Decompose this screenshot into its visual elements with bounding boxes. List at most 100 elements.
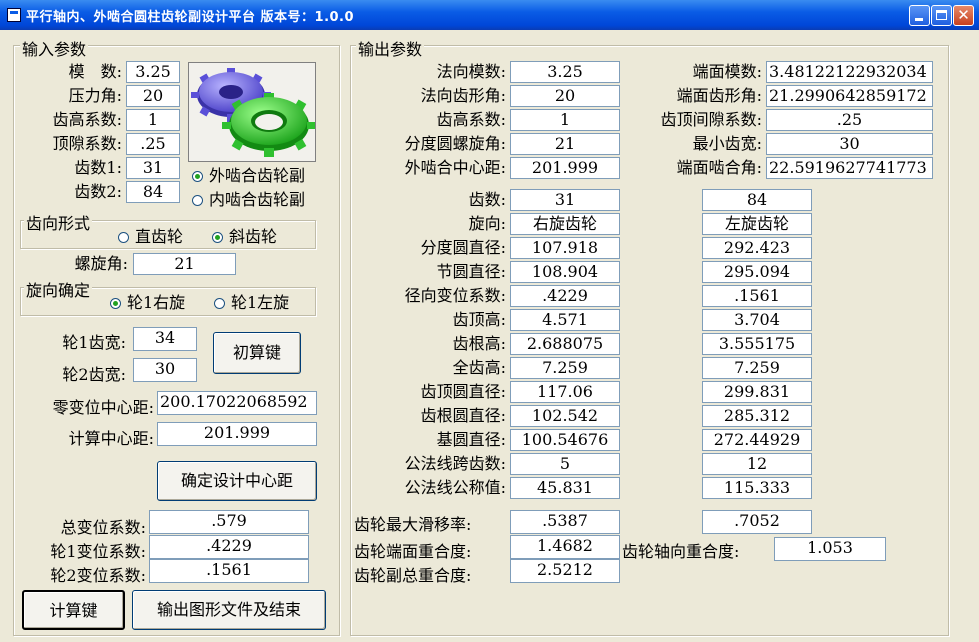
helix-angle-label: 螺旋角: xyxy=(74,254,128,273)
mesh-internal-label: 内啮合齿轮副 xyxy=(209,190,306,209)
helical-gear-label: 斜齿轮 xyxy=(229,227,278,246)
calc-center-input[interactable]: 201.999 xyxy=(157,422,317,446)
min-width-value: 30 xyxy=(766,133,933,155)
gear1-param-value: 117.06 xyxy=(510,381,620,403)
confirm-center-button[interactable]: 确定设计中心距 xyxy=(157,461,317,501)
normal-module-label: 法向模数: xyxy=(436,62,506,81)
app-icon xyxy=(7,8,21,22)
calc-button[interactable]: 计算键 xyxy=(22,590,125,630)
gear-param-label: 基圆直径: xyxy=(436,430,506,449)
clearance-coef-input[interactable]: .25 xyxy=(126,133,180,155)
total-shift-label: 总变位系数: xyxy=(60,518,146,537)
maximize-button[interactable] xyxy=(931,5,952,26)
gear1-param-value: .4229 xyxy=(510,285,620,307)
initial-calc-button[interactable]: 初算键 xyxy=(213,332,301,374)
title-bar[interactable]: 平行轴内、外啮合圆柱齿轮副设计平台 版本号：1.0.0 ✕ xyxy=(0,0,979,30)
pressure-angle-input[interactable]: 20 xyxy=(126,85,180,107)
close-icon: ✕ xyxy=(957,6,970,24)
radio-unchecked-icon xyxy=(118,232,129,243)
radio-checked-icon xyxy=(192,171,203,182)
normal-module-value: 3.25 xyxy=(510,61,620,83)
gear-param-label: 分度圆直径: xyxy=(420,238,506,257)
gear2-param-value: 115.333 xyxy=(702,477,812,499)
gear2-param-value: 295.094 xyxy=(702,261,812,283)
gear-pair-image xyxy=(188,62,316,162)
window-title: 平行轴内、外啮合圆柱齿轮副设计平台 版本号：1.0.0 xyxy=(26,10,355,25)
gear1-param-value: 45.831 xyxy=(510,477,620,499)
teeth2-input[interactable]: 84 xyxy=(126,181,180,203)
transverse-contact-value: 1.4682 xyxy=(510,535,620,559)
radio-unchecked-icon xyxy=(192,195,203,206)
gear-param-label: 齿顶圆直径: xyxy=(420,382,506,401)
zero-shift-center-label: 零变位中心距: xyxy=(52,398,154,417)
helix-angle-input[interactable]: 21 xyxy=(133,253,236,275)
spur-gear-radio[interactable]: 直齿轮 xyxy=(118,227,183,247)
gear-param-label: 齿根高: xyxy=(452,334,506,353)
gear-pair-icon xyxy=(191,68,315,157)
center-distance-value: 201.999 xyxy=(510,157,620,179)
transverse-module-label: 端面模数: xyxy=(692,62,762,81)
teeth1-input[interactable]: 31 xyxy=(126,157,180,179)
export-finish-button[interactable]: 输出图形文件及结束 xyxy=(132,590,326,630)
gear2-param-value: 12 xyxy=(702,453,812,475)
axial-contact-label: 齿轮轴向重合度: xyxy=(622,542,740,561)
teeth1-label: 齿数1: xyxy=(74,158,122,177)
out-addendum-coef-label: 齿高系数: xyxy=(436,110,506,129)
gear1-param-value: 102.542 xyxy=(510,405,620,427)
maximize-icon xyxy=(936,10,947,20)
gear-param-label: 齿数: xyxy=(468,190,506,209)
gear2-param-value: 3.555175 xyxy=(702,333,812,355)
gear-param-label: 旋向: xyxy=(468,214,506,233)
mesh-internal-radio[interactable]: 内啮合齿轮副 xyxy=(192,190,305,210)
helix-label: 分度圆螺旋角: xyxy=(404,134,506,153)
gear1-param-value: 7.259 xyxy=(510,357,620,379)
working-angle-label: 端面啮合角: xyxy=(676,158,762,177)
hand-group-label: 旋向确定 xyxy=(24,277,93,301)
gear1-param-value: 2.688075 xyxy=(510,333,620,355)
gear-param-label: 齿根圆直径: xyxy=(420,406,506,425)
shift1-input[interactable]: .4229 xyxy=(149,535,309,559)
tooth-form-group-label: 齿向形式 xyxy=(24,210,93,234)
gear1-param-value: 5 xyxy=(510,453,620,475)
radio-checked-icon xyxy=(212,232,223,243)
shift1-label: 轮1变位系数: xyxy=(50,542,146,561)
transverse-contact-label: 齿轮端面重合度: xyxy=(354,542,472,561)
mesh-external-radio[interactable]: 外啮合齿轮副 xyxy=(192,166,305,186)
helical-gear-radio[interactable]: 斜齿轮 xyxy=(212,227,277,247)
module-input[interactable]: 3.25 xyxy=(126,61,180,83)
gear1-right-hand-radio[interactable]: 轮1右旋 xyxy=(110,293,185,313)
radio-checked-icon xyxy=(110,298,121,309)
center-distance-label: 外啮合中心距: xyxy=(404,158,506,177)
gear1-param-value: 31 xyxy=(510,189,620,211)
max-slip-gear1-value: .5387 xyxy=(510,510,620,534)
gear-param-label: 公法线公称值: xyxy=(404,478,506,497)
minimize-icon xyxy=(915,18,923,21)
min-width-label: 最小齿宽: xyxy=(692,134,762,153)
total-contact-label: 齿轮副总重合度: xyxy=(354,566,472,585)
radio-unchecked-icon xyxy=(214,298,225,309)
gear1-left-hand-radio[interactable]: 轮1左旋 xyxy=(214,293,289,313)
width2-input[interactable]: 30 xyxy=(133,358,197,382)
gear-param-label: 公法线跨齿数: xyxy=(404,454,506,473)
gear-param-label: 全齿高: xyxy=(452,358,506,377)
gear-param-label: 径向变位系数: xyxy=(404,286,506,305)
minimize-button[interactable] xyxy=(909,5,930,26)
gear2-param-value: 3.704 xyxy=(702,309,812,331)
helix-value: 21 xyxy=(510,133,620,155)
total-shift-input[interactable]: .579 xyxy=(149,510,309,534)
gear-param-label: 节圆直径: xyxy=(436,262,506,281)
gear-param-label: 齿顶高: xyxy=(452,310,506,329)
mesh-external-label: 外啮合齿轮副 xyxy=(209,166,306,185)
gear2-param-value: 285.312 xyxy=(702,405,812,427)
normal-pressure-label: 法向齿形角: xyxy=(420,86,506,105)
addendum-coef-label: 齿高系数: xyxy=(52,110,122,129)
gear2-param-value: .1561 xyxy=(702,285,812,307)
close-button[interactable]: ✕ xyxy=(953,5,974,26)
width1-input[interactable]: 34 xyxy=(133,327,197,351)
gear1-param-value: 4.571 xyxy=(510,309,620,331)
shift2-input[interactable]: .1561 xyxy=(149,559,309,583)
addendum-coef-input[interactable]: 1 xyxy=(126,109,180,131)
zero-shift-center-input[interactable]: 200.17022068592 xyxy=(157,391,317,415)
tip-clearance-value: .25 xyxy=(766,109,933,131)
pressure-angle-label: 压力角: xyxy=(68,86,122,105)
